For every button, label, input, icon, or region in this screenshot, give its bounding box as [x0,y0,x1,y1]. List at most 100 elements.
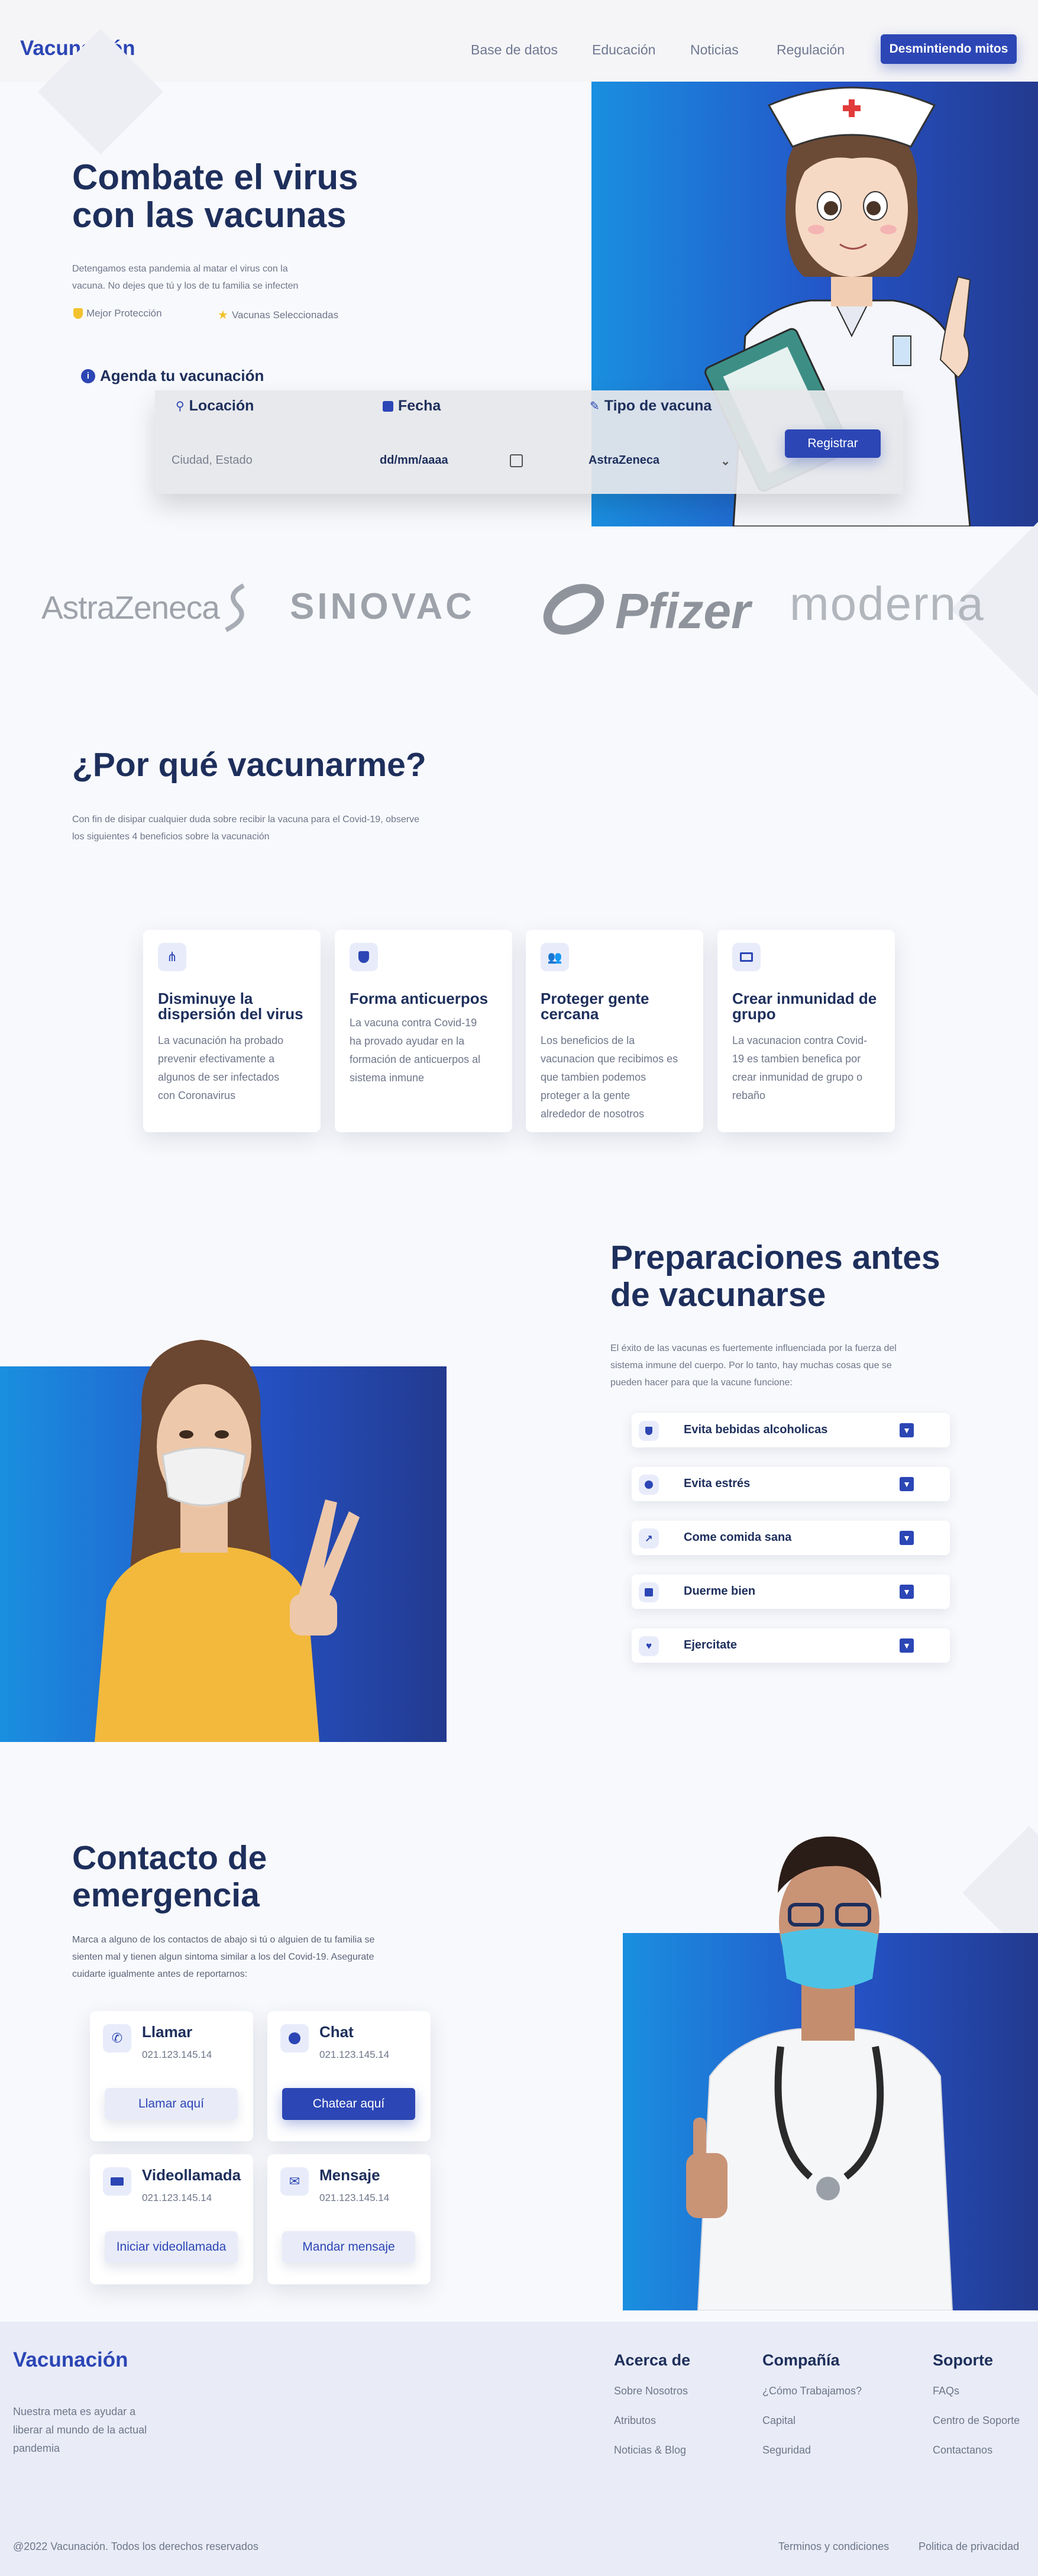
prep-title: Preparaciones antes de vacunarse [610,1239,940,1314]
hero-title-line1: Combate el virus [72,157,358,197]
feature-protection: Mejor Protección [73,308,162,319]
contact-card-title: Mensaje [319,2166,380,2184]
astrazeneca-swirl-icon [225,583,245,632]
why-desc-line1: Con fin de disipar cualquier duda sobre … [72,815,419,825]
footer-link[interactable]: FAQs [933,2385,959,2397]
hero-desc-line2: vacuna. No dejes que tú y los de tu fami… [72,281,299,291]
syringe-icon: ✎ [590,400,600,413]
benefit-text: Los beneficios de la vacunacion que recib… [541,1035,678,1120]
myths-button[interactable]: Desmintiendo mitos [881,34,1017,64]
contact-description: Marca a alguno de los contactos de abajo… [72,1935,375,1979]
vaccine-type-value: AstraZeneca [588,454,660,467]
prep-item-label: Come comida sana [684,1531,792,1544]
hero-desc-line1: Detengamos esta pandemia al matar el vir… [72,264,288,274]
contact-title-line1: Contacto de [72,1839,267,1877]
calendar-icon [639,1582,659,1602]
footer-link[interactable]: Centro de Soporte [933,2415,1020,2427]
message-button[interactable]: Mandar mensaje [282,2231,415,2263]
calendar-icon [383,400,393,412]
location-input[interactable]: Ciudad, Estado [172,454,253,467]
chevron-down-icon[interactable]: ▼ [900,1531,914,1545]
brand-pfizer: Pfizer [615,583,751,639]
prep-item-stress[interactable]: Evita estrés ▼ [632,1467,950,1501]
benefit-text: La vacunación ha probado prevenir efectiv… [158,1035,284,1101]
prep-item-exercise[interactable]: ♥ Ejercitate ▼ [632,1628,950,1663]
vaccine-type-label: Tipo de vacuna [604,397,712,414]
footer-link[interactable]: ¿Cómo Trabajamos? [762,2385,862,2397]
location-pin-icon: ⚲ [176,400,185,413]
doctor-photo [686,1836,953,2310]
why-description: Con fin de disipar cualquier duda sobre … [72,811,419,845]
benefit-card-protect: 👥 Proteger gente cercana Los beneficios d… [526,930,703,1132]
prep-item-food[interactable]: ↗ Come comida sana ▼ [632,1521,950,1555]
vaccine-type-heading: ✎ Tipo de vacuna [590,397,712,415]
feature-selected-label: Vacunas Seleccionadas [231,309,339,321]
contact-card-chat: Chat 021.123.145.14 Chatear aquí [267,2011,431,2141]
booking-title-label: Agenda tu vacunación [100,367,264,384]
prep-item-label: Duerme bien [684,1585,756,1598]
network-icon: ⋔ [158,943,186,971]
chevron-down-icon[interactable]: ▼ [900,1585,914,1599]
chevron-down-icon[interactable]: ▼ [900,1423,914,1437]
why-desc-line2: los siguientes 4 beneficios sobre la vac… [72,832,270,842]
footer-link[interactable]: Sobre Nosotros [614,2385,688,2397]
footer-link[interactable]: Noticias & Blog [614,2444,686,2457]
call-button[interactable]: Llamar aquí [105,2088,238,2120]
woman-mask-photo [95,1340,360,1742]
contact-card-title: Videollamada [142,2166,241,2184]
prep-item-sleep[interactable]: Duerme bien ▼ [632,1575,950,1609]
brand-sinovac: SINOVAC [290,586,475,627]
star-icon: ★ [218,309,228,322]
calendar-picker-icon[interactable] [510,454,523,467]
footer [0,2322,1038,2576]
chat-button[interactable]: Chatear aquí [282,2088,415,2120]
benefit-title: Forma anticuerpos [350,990,489,1007]
chevron-down-icon[interactable]: ▼ [900,1638,914,1653]
phone-icon: ✆ [103,2024,131,2053]
chevron-down-icon[interactable]: ▼ [900,1477,914,1491]
benefit-title: Crear inmunidad de grupo [732,990,877,1023]
contact-card-message: ✉ Mensaje 021.123.145.14 Mandar mensaje [267,2154,431,2284]
booking-title: i Agenda tu vacunación [81,367,264,385]
contact-card-call: ✆ Llamar 021.123.145.14 Llamar aquí [90,2011,253,2141]
benefit-title: Disminuye la dispersión del virus [158,990,303,1023]
prep-item-alcohol[interactable]: Evita bebidas alcoholicas ▼ [632,1413,950,1447]
benefit-text: La vacuna contra Covid-19 ha provado ayud… [350,1017,481,1084]
register-button[interactable]: Registrar [785,429,881,458]
smile-icon [639,1475,659,1495]
privacy-link[interactable]: Politica de privacidad [919,2541,1019,2553]
heart-icon: ♥ [639,1636,659,1656]
shield-icon [639,1421,659,1441]
nav-link-regulation[interactable]: Regulación [777,42,845,58]
vaccine-type-select[interactable]: AstraZeneca ⌄ [588,454,730,468]
terms-link[interactable]: Terminos y condiciones [778,2541,889,2553]
date-input[interactable]: dd/mm/aaaa [380,454,448,467]
contact-card-video: Videollamada 021.123.145.14 Iniciar vide… [90,2154,253,2284]
footer-link[interactable]: Atributos [614,2415,656,2427]
contact-card-phone: 021.123.145.14 [142,2192,212,2203]
nav-link-education[interactable]: Educación [592,42,655,58]
footer-col-support-title: Soporte [933,2351,994,2369]
footer-link[interactable]: Capital [762,2415,796,2427]
prep-item-label: Ejercitate [684,1638,738,1651]
date-label: Fecha [398,397,441,414]
nav-link-database[interactable]: Base de datos [471,42,558,58]
footer-link[interactable]: Seguridad [762,2444,811,2457]
contact-title: Contacto de emergencia [72,1840,267,1914]
nav-link-news[interactable]: Noticias [690,42,739,58]
hero-title-line2: con las vacunas [72,195,347,235]
prep-title-line2: de vacunarse [610,1276,826,1314]
prep-item-label: Evita bebidas alcoholicas [684,1423,828,1436]
contact-card-title: Llamar [142,2023,193,2041]
date-heading: Fecha [383,397,441,415]
footer-logo[interactable]: Vacunación [13,2348,128,2372]
video-call-button[interactable]: Iniciar videollamada [105,2231,238,2263]
brand-moderna: moderna [790,577,985,630]
monitor-chart-icon [732,943,761,971]
benefit-card-antibodies: Forma anticuerpos La vacuna contra Covid… [335,930,512,1132]
footer-link[interactable]: Contactanos [933,2444,992,2457]
contact-card-phone: 021.123.145.14 [142,2049,212,2060]
feature-protection-label: Mejor Protección [86,308,162,319]
booking-form: ⚲ Locación Ciudad, Estado Fecha dd/mm/aa… [155,390,903,494]
contact-card-phone: 021.123.145.14 [319,2049,390,2060]
